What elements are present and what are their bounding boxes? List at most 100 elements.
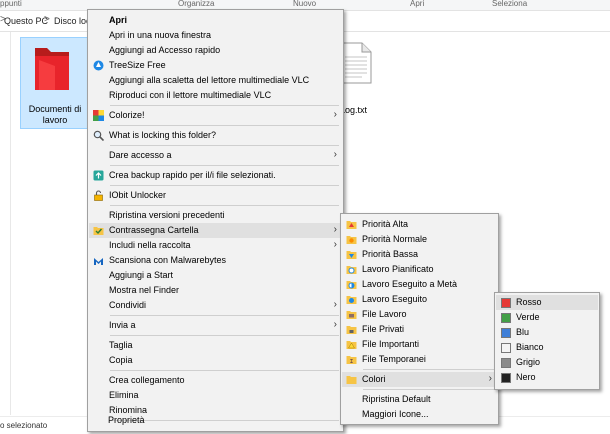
- breadcrumb-this-pc[interactable]: Questo PC: [4, 16, 48, 26]
- chevron-right-icon: ›: [333, 239, 337, 250]
- menu-separator: [110, 145, 339, 146]
- menu-item-proprieta[interactable]: Proprietà: [88, 413, 341, 428]
- file-item-label: Documenti di lavoro: [28, 104, 82, 125]
- menu-item-ripristina-versioni[interactable]: Ripristina versioni precedenti: [89, 208, 342, 223]
- menu-separator: [363, 369, 494, 370]
- menu-item-apri-nuova-finestra[interactable]: Apri in una nuova finestra: [89, 28, 342, 43]
- menu-item-copia[interactable]: Copia: [89, 353, 342, 368]
- colors-submenu: Rosso Verde Blu Bianco Grigio Nero: [494, 292, 600, 390]
- menu-separator: [110, 315, 339, 316]
- green-swatch-icon: [501, 313, 511, 323]
- menu-separator: [363, 389, 494, 390]
- menu-item-iobit-unlocker[interactable]: IObit Unlocker: [89, 188, 342, 203]
- menu-item-apri[interactable]: Apri: [89, 13, 342, 28]
- backup-icon: [93, 170, 104, 181]
- menu-separator: [110, 185, 339, 186]
- menu-item-vlc-play[interactable]: Riproduci con il lettore multimediale VL…: [89, 88, 342, 103]
- menu-item-lavoro-eseguito[interactable]: Lavoro Eseguito: [342, 292, 497, 307]
- menu-item-file-temporanei[interactable]: File Temporanei: [342, 352, 497, 367]
- menu-item-file-lavoro[interactable]: File Lavoro: [342, 307, 497, 322]
- work-files-icon: [346, 309, 357, 320]
- menu-separator: [110, 205, 339, 206]
- menu-item-nero[interactable]: Nero: [496, 370, 598, 385]
- ribbon-group-label: Organizza: [178, 0, 215, 8]
- ribbon-group-label: ppunti: [0, 0, 22, 8]
- white-swatch-icon: [501, 343, 511, 353]
- red-folder-icon: [35, 48, 69, 90]
- priority-low-icon: [346, 249, 357, 260]
- menu-item-bianco[interactable]: Bianco: [496, 340, 598, 355]
- colors-folder-icon: [346, 374, 357, 385]
- ribbon-group-label: Seleziona: [492, 0, 528, 8]
- navigation-pane[interactable]: [0, 32, 11, 415]
- folder-marker-icon: [93, 225, 104, 236]
- menu-item-malwarebytes[interactable]: Scansiona con Malwarebytes: [89, 253, 342, 268]
- important-files-icon: [346, 339, 357, 350]
- status-text: o selezionato: [0, 421, 48, 430]
- menu-item-colorize[interactable]: Colorize! ›: [89, 108, 342, 123]
- menu-item-invia-a[interactable]: Invia a ›: [89, 318, 342, 333]
- context-menu: Apri Apri in una nuova finestra Aggiungi…: [87, 9, 344, 432]
- menu-item-priorita-normale[interactable]: Priorità Normale: [342, 232, 497, 247]
- menu-item-file-privati[interactable]: File Privati: [342, 322, 497, 337]
- menu-item-taglia[interactable]: Taglia: [89, 338, 342, 353]
- menu-item-accesso-rapido[interactable]: Aggiungi ad Accesso rapido: [89, 43, 342, 58]
- menu-separator: [110, 125, 339, 126]
- work-half-done-icon: [346, 279, 357, 290]
- menu-item-lavoro-pianificato[interactable]: Lavoro Pianificato: [342, 262, 497, 277]
- menu-separator: [110, 335, 339, 336]
- menu-item-what-is-locking[interactable]: What is locking this folder?: [89, 128, 342, 143]
- treesize-icon: [93, 60, 104, 71]
- ribbon-group-label: Apri: [410, 0, 425, 8]
- menu-item-condividi[interactable]: Condividi ›: [89, 298, 342, 313]
- menu-item-treesize[interactable]: TreeSize Free: [89, 58, 342, 73]
- chevron-right-icon: ›: [333, 319, 337, 330]
- menu-item-mostra-finder[interactable]: Mostra nel Finder: [89, 283, 342, 298]
- menu-item-lavoro-meta[interactable]: Lavoro Eseguito a Metà: [342, 277, 497, 292]
- menu-item-colori[interactable]: Colori ›: [342, 372, 497, 387]
- menu-item-priorita-alta[interactable]: Priorità Alta: [342, 217, 497, 232]
- menu-item-includi-raccolta[interactable]: Includi nella raccolta ›: [89, 238, 342, 253]
- menu-item-crea-collegamento[interactable]: Crea collegamento: [89, 373, 342, 388]
- work-planned-icon: [346, 264, 357, 275]
- priority-high-icon: [346, 219, 357, 230]
- chevron-right-icon: ›: [333, 109, 337, 120]
- file-item-label: Log.txt: [340, 105, 368, 115]
- text-document-icon[interactable]: [340, 42, 372, 84]
- black-swatch-icon: [501, 373, 511, 383]
- menu-item-backup[interactable]: Crea backup rapido per il/i file selezio…: [89, 168, 342, 183]
- menu-separator: [110, 165, 339, 166]
- menu-separator: [110, 370, 339, 371]
- menu-item-vlc-playlist[interactable]: Aggiungi alla scaletta del lettore multi…: [89, 73, 342, 88]
- blue-swatch-icon: [501, 328, 511, 338]
- chevron-right-icon: ›: [333, 299, 337, 310]
- unlocker-icon: [93, 190, 104, 201]
- menu-item-verde[interactable]: Verde: [496, 310, 598, 325]
- menu-item-file-importanti[interactable]: File Importanti: [342, 337, 497, 352]
- menu-separator: [110, 105, 339, 106]
- breadcrumb-local-disk[interactable]: Disco loc: [54, 16, 91, 26]
- gray-swatch-icon: [501, 358, 511, 368]
- red-swatch-icon: [501, 298, 511, 308]
- work-done-icon: [346, 294, 357, 305]
- menu-item-contrassegna-cartella[interactable]: Contrassegna Cartella ›: [89, 223, 342, 238]
- ribbon-group-label: Nuovo: [293, 0, 317, 8]
- menu-item-blu[interactable]: Blu: [496, 325, 598, 340]
- menu-item-priorita-bassa[interactable]: Priorità Bassa: [342, 247, 497, 262]
- menu-item-grigio[interactable]: Grigio: [496, 355, 598, 370]
- chevron-right-icon: ›: [333, 149, 337, 160]
- breadcrumb-separator: >: [44, 14, 50, 25]
- folder-marker-submenu: Priorità Alta Priorità Normale Priorità …: [340, 213, 499, 425]
- malwarebytes-icon: [93, 255, 104, 266]
- menu-item-ripristina-default[interactable]: Ripristina Default: [342, 392, 497, 407]
- priority-normal-icon: [346, 234, 357, 245]
- menu-item-dare-accesso[interactable]: Dare accesso a ›: [89, 148, 342, 163]
- menu-item-maggiori-icone[interactable]: Maggiori Icone...: [342, 407, 497, 422]
- temporary-files-icon: [346, 354, 357, 365]
- chevron-right-icon: ›: [333, 224, 337, 235]
- menu-item-elimina[interactable]: Elimina: [89, 388, 342, 403]
- chevron-right-icon: ›: [488, 373, 492, 384]
- menu-item-rosso[interactable]: Rosso: [496, 295, 598, 310]
- private-files-icon: [346, 324, 357, 335]
- menu-item-aggiungi-start[interactable]: Aggiungi a Start: [89, 268, 342, 283]
